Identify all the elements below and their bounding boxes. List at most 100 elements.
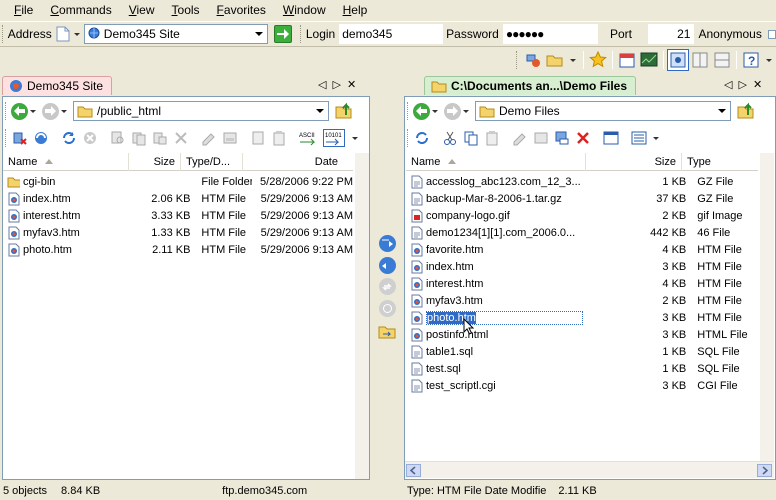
tab-next-icon[interactable]: ▷ (332, 78, 340, 91)
reconnect-button[interactable] (32, 129, 50, 147)
menu-item-help[interactable]: Help (343, 3, 368, 17)
back-button[interactable] (11, 102, 28, 120)
toolbar-grip[interactable] (407, 129, 410, 147)
column-header-date[interactable]: Date (243, 153, 343, 171)
toolbar-grip[interactable] (407, 102, 410, 120)
column-header-type[interactable]: Type/D... (181, 152, 243, 171)
file-row[interactable]: demo1234[1][1].com_2006.0... 442 KB 46 Fil… (406, 224, 758, 241)
port-field[interactable]: 21 (648, 24, 695, 44)
file-row[interactable]: index.htm 2.06 KB HTM File 5/29/2006 9:13 A… (3, 190, 353, 207)
chevron-down-icon[interactable] (718, 109, 726, 113)
chevron-down-icon[interactable] (352, 136, 358, 140)
file-row[interactable]: myfav3.htm 2 KB HTM File (406, 292, 758, 309)
file-row[interactable]: test_scriptl.cgi 3 KB CGI File (406, 377, 758, 394)
ascii-mode-button[interactable]: ASCII (298, 129, 320, 147)
tab-local-folder[interactable]: C:\Documents an...\Demo Files (424, 76, 637, 95)
file-row[interactable]: postinfo.html 3 KB HTML File (406, 326, 758, 343)
open-folder-button[interactable] (544, 49, 566, 71)
folder-transfer-button[interactable] (378, 324, 396, 340)
move-button[interactable] (151, 129, 169, 147)
download-button[interactable] (379, 257, 396, 274)
rename-button[interactable] (511, 129, 529, 147)
horizontal-pane-button[interactable] (711, 49, 733, 71)
compare-button[interactable] (379, 300, 396, 317)
chevron-down-icon[interactable] (61, 109, 67, 113)
go-button[interactable] (274, 25, 293, 43)
menu-item-window[interactable]: Window (283, 3, 326, 17)
tab-next-icon[interactable]: ▷ (738, 78, 746, 91)
rename-button[interactable] (200, 129, 218, 147)
single-pane-button[interactable] (667, 49, 689, 71)
file-row[interactable]: myfav3.htm 1.33 KB HTM File 5/29/2006 9:13 … (3, 224, 353, 241)
chevron-down-icon[interactable] (463, 109, 469, 113)
cut-button[interactable] (441, 129, 459, 147)
refresh-button[interactable] (60, 129, 78, 147)
disconnect-button[interactable] (11, 129, 29, 147)
chevron-down-icon[interactable] (30, 109, 36, 113)
left-scroll-track[interactable] (355, 153, 369, 479)
view-mode-button[interactable] (630, 129, 648, 147)
clipboard-button[interactable] (270, 129, 288, 147)
move-button[interactable] (553, 129, 571, 147)
forward-button[interactable] (42, 102, 59, 120)
file-row[interactable]: accesslog_abc123.com_12_3... 1 KB GZ File (406, 173, 758, 190)
file-row[interactable]: favorite.htm 4 KB HTM File (406, 241, 758, 258)
scroll-right-button[interactable] (757, 464, 772, 477)
chevron-down-icon[interactable] (766, 58, 772, 62)
copy-button[interactable] (130, 129, 148, 147)
file-row[interactable]: interest.htm 3.33 KB HTM File 5/29/2006 9:1… (3, 207, 353, 224)
properties-button[interactable] (221, 129, 239, 147)
toolbar-grip[interactable] (2, 25, 5, 43)
toolbar-grip[interactable] (5, 129, 8, 147)
up-folder-button[interactable] (735, 100, 757, 122)
right-path-combo[interactable]: Demo Files (475, 101, 731, 121)
menu-item-favorites[interactable]: Favorites (217, 3, 266, 17)
right-horizontal-scrollbar[interactable] (405, 461, 774, 478)
dual-pane-button[interactable] (689, 49, 711, 71)
file-row[interactable]: cgi-bin File Folder 5/28/2006 9:22 PM (3, 173, 353, 190)
upload-button[interactable] (379, 235, 396, 252)
address-dropdown-arrow[interactable] (73, 32, 80, 36)
file-row[interactable]: photo.htm 3 KB HTM File (406, 309, 758, 326)
copy-button[interactable] (462, 129, 480, 147)
anonymous-checkbox[interactable] (767, 29, 776, 39)
tab-remote-site[interactable]: Demo345 Site (2, 76, 113, 95)
file-row[interactable]: photo.htm 2.11 KB HTM File 5/29/2006 9:13 A… (3, 241, 353, 258)
file-row[interactable]: table1.sql 1 KB SQL File (406, 343, 758, 360)
chevron-down-icon[interactable] (432, 109, 438, 113)
find-button[interactable] (109, 129, 127, 147)
file-row[interactable]: company-logo.gif 2 KB gif Image (406, 207, 758, 224)
forward-button[interactable] (444, 102, 461, 120)
scroll-left-button[interactable] (406, 464, 421, 477)
paste-button[interactable] (483, 129, 501, 147)
monitor-button[interactable] (638, 49, 660, 71)
up-folder-button[interactable] (333, 100, 355, 122)
chevron-down-icon[interactable] (653, 136, 659, 140)
address-combo[interactable]: Demo345 Site (83, 24, 269, 44)
menu-item-file[interactable]: File (14, 3, 33, 17)
binary-mode-button[interactable]: 10101 (323, 129, 345, 147)
back-button[interactable] (413, 102, 430, 120)
file-row[interactable]: interest.htm 4 KB HTM File (406, 275, 758, 292)
refresh-button[interactable] (413, 129, 431, 147)
menu-item-view[interactable]: View (129, 3, 155, 17)
properties-button[interactable] (532, 129, 550, 147)
left-path-combo[interactable]: /public_html (73, 101, 329, 121)
chevron-down-icon[interactable] (570, 58, 576, 62)
tab-prev-icon[interactable]: ◁ (724, 78, 732, 91)
stop-button[interactable] (81, 129, 99, 147)
column-header-size[interactable]: Size (586, 152, 682, 171)
schedule-button[interactable] (616, 49, 638, 71)
tab-prev-icon[interactable]: ◁ (318, 78, 326, 91)
toolbar-grip[interactable] (516, 51, 519, 69)
connect-button[interactable] (522, 49, 544, 71)
toolbar-grip[interactable] (300, 25, 303, 43)
chevron-down-icon[interactable] (255, 32, 264, 36)
delete-button[interactable] (574, 129, 592, 147)
toolbar-grip[interactable] (5, 102, 8, 120)
file-row[interactable]: backup-Mar-8-2006-1.tar.gz 37 KB GZ File (406, 190, 758, 207)
login-field[interactable]: demo345 (339, 24, 444, 44)
close-icon[interactable]: ✕ (347, 78, 356, 91)
column-header-name[interactable]: Name (3, 152, 129, 171)
new-folder-button[interactable] (249, 129, 267, 147)
